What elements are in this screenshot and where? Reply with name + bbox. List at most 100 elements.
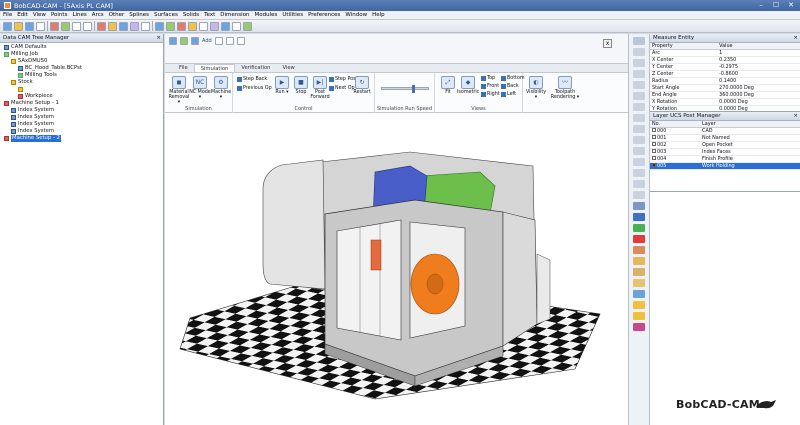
layer-visibility-checkbox[interactable] — [652, 149, 656, 153]
arc-tool-icon[interactable] — [633, 59, 645, 67]
menu-arcs[interactable]: Arcs — [92, 12, 104, 18]
tree-node[interactable]: BC_Hood_Table.BCPst — [2, 65, 161, 72]
tab-view[interactable]: View — [276, 64, 300, 72]
layer-visibility-checkbox[interactable] — [652, 135, 656, 139]
menu-utilities[interactable]: Utilities — [282, 12, 303, 18]
menu-file[interactable]: File — [3, 12, 12, 18]
nc-mode-button[interactable]: NC NC Mode ▾ — [189, 76, 211, 102]
measure-row[interactable]: X Center 0.2350 — [650, 56, 800, 64]
tree-node[interactable]: Index System — [2, 107, 161, 114]
trim-tool-icon[interactable] — [633, 169, 645, 177]
chamfer-tool-icon[interactable] — [633, 191, 645, 199]
close-icon[interactable]: × — [793, 112, 798, 121]
hidden-line-icon[interactable] — [633, 279, 645, 287]
cut-icon[interactable] — [72, 21, 81, 31]
layer-visibility-checkbox[interactable] — [652, 163, 656, 167]
run-speed-slider[interactable] — [381, 85, 429, 93]
tree-node[interactable]: Index System — [2, 128, 161, 135]
menu-edit[interactable]: Edit — [17, 12, 28, 18]
back-view-button[interactable]: Back — [501, 83, 519, 90]
delete-icon[interactable] — [177, 21, 186, 31]
tree-node[interactable]: Milling Job — [2, 51, 161, 58]
maximize-button[interactable]: ☐ — [770, 1, 782, 9]
solid-tool-icon[interactable] — [633, 103, 645, 111]
layer-visibility-checkbox[interactable] — [652, 156, 656, 160]
tree-node[interactable]: Milling Tools — [2, 72, 161, 79]
tree-node[interactable]: Machine Setup - 1 — [2, 100, 161, 107]
tree-node[interactable]: Stock — [2, 79, 161, 86]
transform-tool-icon[interactable] — [633, 136, 645, 144]
layer-row[interactable]: 001 Not Named — [650, 134, 800, 142]
curve-tool-icon[interactable] — [633, 70, 645, 78]
close-icon[interactable]: × — [156, 34, 161, 43]
right-view-button[interactable]: Right — [481, 91, 500, 98]
redo-icon[interactable] — [61, 21, 70, 31]
shade-mode-icon[interactable] — [633, 246, 645, 254]
coordinate-icon[interactable] — [221, 21, 230, 31]
post-forward-button[interactable]: ▶| Post Forward — [309, 76, 331, 102]
tree-node[interactable]: Index System — [2, 114, 161, 121]
save-icon[interactable] — [25, 21, 34, 31]
minimize-button[interactable]: – — [755, 1, 767, 9]
tree-node[interactable]: Index System — [2, 121, 161, 128]
mirror-tool-icon[interactable] — [633, 147, 645, 155]
quick-add-label[interactable]: Add — [202, 37, 212, 46]
menu-solids[interactable]: Solids — [183, 12, 199, 18]
menu-dimension[interactable]: Dimension — [220, 12, 249, 18]
tree-node[interactable]: CAM Defaults — [2, 44, 161, 51]
measure-row[interactable]: Radius 0.1400 — [650, 77, 800, 85]
measure-row[interactable]: Y Center -0.2975 — [650, 63, 800, 71]
tab-verification[interactable]: Verification — [235, 64, 276, 72]
wire-mode-icon[interactable] — [633, 268, 645, 276]
tab-file[interactable]: File — [173, 64, 194, 72]
measure-row[interactable]: Arc 1 — [650, 49, 800, 57]
layer-icon[interactable] — [108, 21, 117, 31]
blue-tool-icon[interactable] — [633, 202, 645, 210]
measure-row[interactable]: Start Angle 270.0000 Deg — [650, 84, 800, 92]
close-simulation-button[interactable]: x — [603, 39, 612, 48]
layer-visibility-checkbox[interactable] — [652, 128, 656, 132]
menu-window[interactable]: Window — [345, 12, 367, 18]
rotate-icon[interactable] — [130, 21, 139, 31]
stop-icon[interactable] — [169, 37, 177, 45]
undo-icon[interactable] — [50, 21, 59, 31]
select-arrow-icon[interactable] — [155, 21, 164, 31]
close-icon[interactable]: × — [793, 34, 798, 43]
menu-text[interactable]: Text — [204, 12, 215, 18]
toolpath-rendering-button[interactable]: 〰 Toolpath Rendering ▾ — [550, 76, 580, 102]
graphics-viewport[interactable] — [165, 114, 628, 425]
layer-visibility-checkbox[interactable] — [652, 142, 656, 146]
measure-icon[interactable] — [166, 21, 175, 31]
folder-icon[interactable] — [633, 301, 645, 309]
view-tool-icon[interactable] — [633, 213, 645, 221]
zoom-icon[interactable] — [119, 21, 128, 31]
folder-alt-icon[interactable] — [633, 312, 645, 320]
text-tool-icon[interactable] — [633, 114, 645, 122]
step-back-button[interactable]: Step Back — [237, 76, 267, 83]
open-folder-icon[interactable] — [14, 21, 23, 31]
pause-icon[interactable] — [236, 37, 245, 45]
material-removal-button[interactable]: ◼ Material Removal ▾ — [168, 76, 190, 105]
print-icon[interactable] — [36, 21, 45, 31]
layer-row[interactable]: 005 Work Holding — [650, 162, 800, 170]
step-icon[interactable] — [191, 37, 199, 45]
left-view-button[interactable]: Left — [501, 91, 516, 98]
menu-help[interactable]: Help — [372, 12, 385, 18]
visibility-button[interactable]: ◐ Visibility ▾ — [525, 76, 547, 102]
menu-preferences[interactable]: Preferences — [308, 12, 340, 18]
restart-button[interactable]: ↻ Restart — [351, 76, 373, 102]
menu-lines[interactable]: Lines — [72, 12, 86, 18]
menu-splines[interactable]: Splines — [129, 12, 149, 18]
extend-tool-icon[interactable] — [633, 180, 645, 188]
fast-back-icon[interactable] — [214, 37, 223, 45]
view-cube-icon[interactable] — [210, 21, 219, 31]
close-button[interactable]: ✕ — [785, 1, 797, 9]
tree-node[interactable] — [2, 86, 161, 93]
fit-button[interactable]: ⤢ Fit — [437, 76, 459, 102]
pointer-icon[interactable] — [633, 37, 645, 45]
new-file-icon[interactable] — [3, 21, 12, 31]
check-icon[interactable] — [633, 224, 645, 232]
menu-points[interactable]: Points — [51, 12, 68, 18]
render-mode-icon[interactable] — [633, 257, 645, 265]
tree-node[interactable]: Machine Setup - 2 — [2, 135, 161, 142]
